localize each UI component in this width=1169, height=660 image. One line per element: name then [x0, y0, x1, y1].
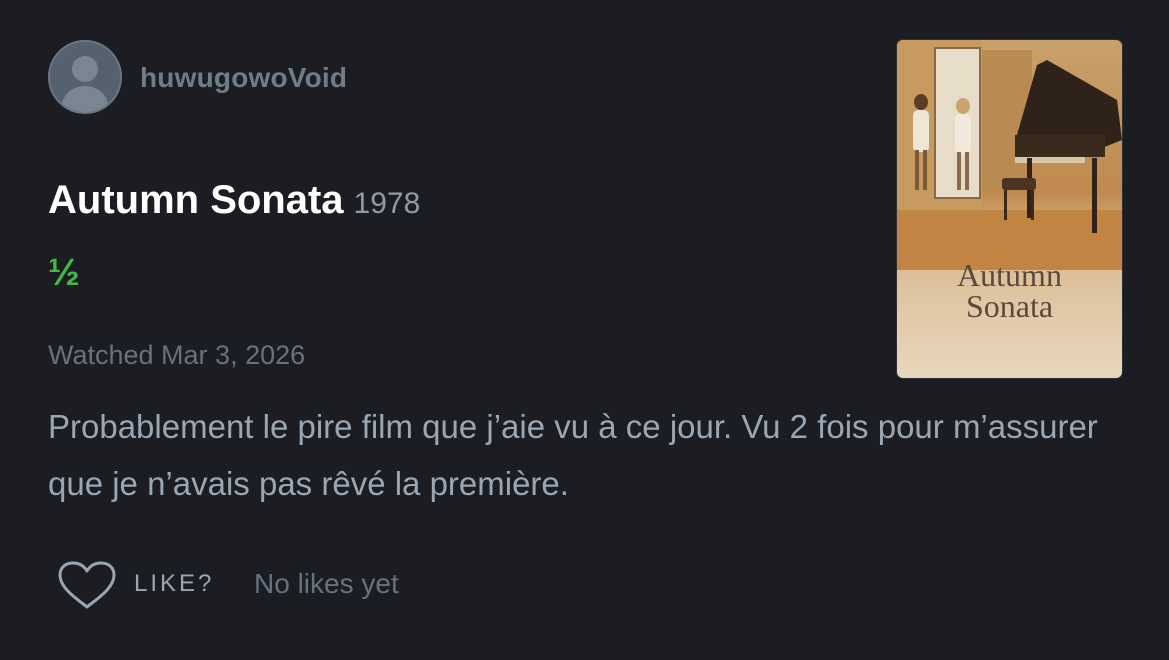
review-body: Probablement le pire film que j’aie vu à… — [48, 408, 1098, 502]
username-link[interactable]: huwugowoVoid — [140, 62, 347, 94]
review-card: huwugowoVoid Autumn Sonata 1978 ½ Watched… — [0, 0, 1169, 660]
film-title-link[interactable]: Autumn Sonata — [48, 178, 344, 222]
likes-count: No likes yet — [254, 568, 399, 599]
user-avatar[interactable] — [48, 40, 122, 114]
heart-icon[interactable] — [56, 560, 118, 610]
watched-date: Watched Mar 3, 2026 — [48, 340, 306, 370]
star-rating: ½ — [48, 252, 80, 294]
poster-title: Autumn Sonata — [897, 257, 1122, 324]
film-title-row: Autumn Sonata 1978 — [48, 178, 420, 223]
poster-title-line2: Sonata — [965, 288, 1054, 324]
user-avatar-icon — [50, 42, 120, 112]
like-button[interactable]: LIKE? — [134, 570, 214, 598]
film-year[interactable]: 1978 — [354, 187, 421, 220]
poster-title-line1: Autumn — [957, 257, 1062, 293]
film-poster[interactable]: Autumn Sonata — [897, 40, 1122, 378]
poster-illustration — [897, 40, 1122, 378]
